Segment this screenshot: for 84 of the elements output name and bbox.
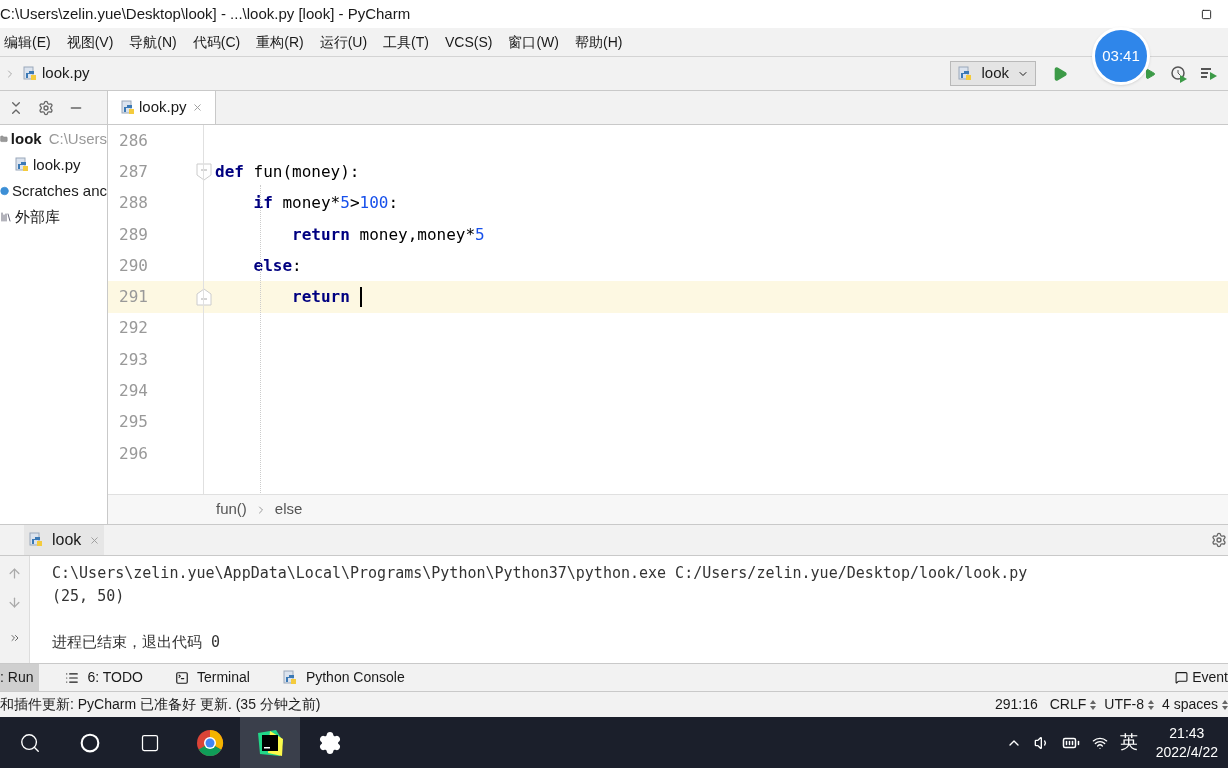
line-number: 293 <box>118 348 148 371</box>
text-cursor <box>359 287 362 308</box>
menu-item[interactable]: 窗口(W) <box>508 31 559 53</box>
tool-window-tab[interactable]: : Run <box>0 664 40 691</box>
line-number: 295 <box>118 411 148 434</box>
run-icon[interactable] <box>1052 65 1068 82</box>
close-icon[interactable] <box>191 102 203 113</box>
console-line: C:\Users\zelin.yue\AppData\Local\Programs\Python\Python37\python.exe C:/Users/zelin.yue/Desktop/look/look.py <box>52 563 1028 584</box>
line-separator[interactable]: CRLF <box>1049 694 1087 715</box>
event-log-tab[interactable]: Event <box>1175 667 1228 688</box>
taskbar-button[interactable] <box>240 717 300 768</box>
list-icon <box>65 670 80 685</box>
tool-window-tab[interactable]: Terminal <box>169 664 256 691</box>
line-number: 290 <box>118 254 148 277</box>
restore-icon[interactable] <box>1201 8 1212 20</box>
settings-icon <box>318 730 342 755</box>
line-number: 286 <box>118 129 148 152</box>
tree-item[interactable]: Scratches anc <box>0 178 107 204</box>
code-line: def fun(money): <box>215 160 360 183</box>
line-number: 288 <box>118 192 148 215</box>
tool-window-tab[interactable]: 6: TODO <box>59 664 149 691</box>
chrome-icon <box>196 728 224 757</box>
task-view-icon <box>140 732 160 753</box>
code-line: return <box>291 286 350 309</box>
tree-item[interactable]: look C:\Users <box>0 126 107 152</box>
line-number: 287 <box>118 160 148 183</box>
exit-message: 进程已结束，退出代码 0 <box>52 632 222 653</box>
python-file-icon <box>28 532 44 548</box>
up-down-icon <box>1222 699 1228 710</box>
indent-setting[interactable]: 4 spaces <box>1161 694 1218 715</box>
pycharm-icon <box>256 728 284 757</box>
terminal-icon <box>175 670 189 685</box>
message-icon <box>1175 671 1189 684</box>
line-number: 294 <box>118 380 148 402</box>
code-line: if money*5>100: <box>252 192 399 215</box>
menu-item[interactable]: 视图(V) <box>66 31 114 53</box>
status-message: 和插件更新: PyCharm 已准备好 更新. (35 分钟之前) <box>0 695 321 714</box>
line-number: 296 <box>118 442 148 465</box>
code-line: return money,money*5 <box>291 223 485 246</box>
more-icon[interactable] <box>8 632 21 644</box>
library-icon <box>0 211 12 223</box>
tool-window-tab[interactable]: Python Console <box>275 664 411 691</box>
menu-item[interactable]: 代码(C) <box>192 31 241 53</box>
menu-item[interactable]: 编辑(E) <box>4 31 51 53</box>
settings-icon[interactable] <box>38 99 54 116</box>
tree-item[interactable]: 外部库 <box>0 204 107 230</box>
folder-icon <box>0 133 8 145</box>
menu-item[interactable]: 运行(U) <box>319 31 368 53</box>
line-number: 291 <box>118 286 148 309</box>
ring-icon <box>80 732 100 753</box>
console-line: (25, 50) <box>52 586 126 607</box>
clock[interactable]: 21:43 2022/4/22 <box>1155 723 1218 762</box>
file-encoding[interactable]: UTF-8 <box>1104 694 1144 715</box>
menu-item[interactable]: 工具(T) <box>383 31 429 53</box>
menu-item[interactable]: VCS(S) <box>445 31 493 53</box>
python-file-icon <box>120 99 136 116</box>
profile-icon[interactable] <box>1170 64 1188 83</box>
settings-icon[interactable] <box>1211 532 1227 548</box>
up-down-icon <box>1090 699 1097 710</box>
up-down-icon <box>1147 699 1154 710</box>
code-line: else: <box>252 254 302 277</box>
menu-item[interactable]: 帮助(H) <box>575 31 623 53</box>
python-file-icon <box>14 157 30 173</box>
editor-tab[interactable]: look.py <box>108 91 216 124</box>
window-title: C:\Users\zelin.yue\Desktop\look] - ...\look.py [look] - PyCharm <box>0 3 411 24</box>
scratch-icon <box>0 186 9 196</box>
menu-item[interactable]: 重构(R) <box>256 31 304 53</box>
search-icon <box>19 731 41 754</box>
breadcrumb-item[interactable]: else <box>274 498 303 521</box>
run-list-icon[interactable] <box>1200 65 1218 82</box>
debug-icon[interactable] <box>1144 67 1156 80</box>
breadcrumb-file[interactable]: look.py <box>42 62 90 85</box>
console-tab[interactable]: look <box>24 525 105 555</box>
run-config-dropdown[interactable]: look <box>950 61 1036 86</box>
cursor-position[interactable]: 291:16 <box>994 694 1038 715</box>
python-file-icon <box>22 65 38 82</box>
python-file-icon <box>957 65 974 82</box>
line-number: 289 <box>118 223 148 246</box>
menu-item[interactable]: 导航(N) <box>129 31 177 53</box>
line-number: 292 <box>118 317 148 340</box>
breadcrumb-item[interactable]: fun() <box>216 498 247 521</box>
python-icon <box>281 669 298 686</box>
input-method[interactable]: 英 <box>1119 729 1138 756</box>
tree-item[interactable]: look.py <box>0 152 107 178</box>
